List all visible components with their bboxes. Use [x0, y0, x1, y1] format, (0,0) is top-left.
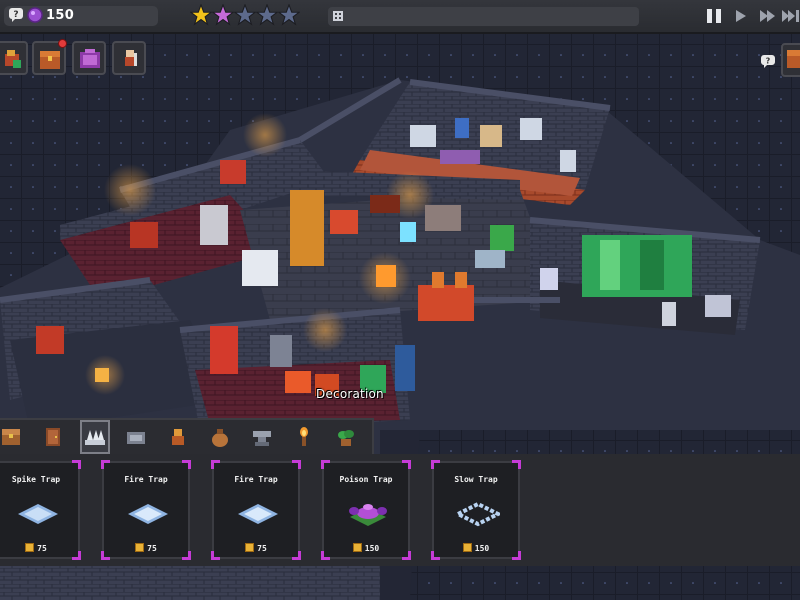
item-cost-value: 150: [364, 544, 380, 553]
treasure-chest-icon: [40, 51, 60, 69]
category-crafting[interactable]: [247, 420, 277, 454]
item-tray: Spike Trap 75 Fire Trap 75 Fire Trap 75 …: [0, 454, 800, 566]
card-corner: [402, 460, 411, 469]
category-doors[interactable]: [38, 420, 68, 454]
coin-icon: [135, 543, 145, 552]
star-icon: [234, 4, 256, 26]
build-menu-button[interactable]: [0, 41, 28, 75]
svg-text:?: ?: [766, 57, 771, 66]
item-card[interactable]: Fire Trap 75: [211, 460, 301, 560]
item-card[interactable]: Fire Trap 75: [101, 460, 191, 560]
card-corner: [321, 460, 330, 469]
worker-icon: [125, 50, 137, 66]
item-cost: 75: [0, 543, 78, 553]
item-cost: 150: [324, 543, 408, 553]
item-card[interactable]: Slow Trap 150: [431, 460, 521, 560]
item-cost: 150: [434, 543, 518, 553]
card-corner: [512, 460, 521, 469]
dungeon-rating: [190, 4, 302, 28]
category-lighting[interactable]: [289, 420, 319, 454]
item-cost-value: 75: [147, 544, 157, 553]
resource-amount: 150: [46, 8, 75, 23]
fire-trap-icon: [238, 504, 278, 524]
monster-cage-icon: [80, 49, 100, 68]
play-icon[interactable]: [736, 9, 746, 23]
star-icon: [212, 4, 234, 26]
item-name: Spike Trap: [11, 475, 61, 484]
item-name: Slow Trap: [454, 475, 498, 484]
fastest-forward-icon[interactable]: [782, 9, 800, 23]
slow-trap-icon: [456, 501, 500, 527]
coin-icon: [25, 543, 35, 552]
category-loot[interactable]: [205, 420, 235, 454]
category-monsters[interactable]: [163, 420, 193, 454]
item-name: Poison Trap: [339, 475, 393, 484]
svg-text:?: ?: [13, 10, 18, 20]
star-icon: [278, 4, 300, 26]
pause-icon[interactable]: [706, 9, 722, 23]
card-corner: [431, 460, 440, 469]
grid-icon: [333, 11, 343, 21]
item-cost-value: 75: [37, 544, 47, 553]
fast-forward-icon[interactable]: [760, 9, 776, 23]
card-corner: [182, 460, 191, 469]
info-bubble-icon[interactable]: ?: [8, 7, 24, 23]
item-name: Fire Trap: [234, 475, 278, 484]
fire-trap-icon: [128, 504, 168, 524]
chest-icon: [787, 50, 800, 68]
torch-icon: [300, 427, 308, 446]
worker-menu-button[interactable]: [112, 41, 146, 75]
loot-bag-icon: [212, 429, 228, 447]
item-card[interactable]: Spike Trap 75: [0, 460, 81, 560]
monster-icon: [172, 429, 184, 445]
coin-icon: [352, 543, 362, 552]
card-corner: [72, 460, 81, 469]
monster-menu-button[interactable]: [72, 41, 106, 75]
item-cost-value: 75: [257, 544, 267, 553]
chest-icon: [2, 429, 20, 445]
category-decoration[interactable]: [331, 420, 361, 454]
side-panel-button[interactable]: [781, 43, 800, 77]
item-card[interactable]: Poison Trap 150: [321, 460, 411, 560]
card-corner: [101, 460, 110, 469]
notification-dot: [58, 39, 67, 48]
help-bubble-icon[interactable]: ?: [761, 55, 775, 69]
category-plates[interactable]: [121, 420, 151, 454]
plant-icon: [338, 430, 354, 446]
item-cost-value: 150: [474, 544, 490, 553]
coin-icon: [462, 543, 472, 552]
category-bar: [0, 418, 374, 454]
spike-trap-icon: [18, 504, 58, 524]
coin-icon: [245, 543, 255, 552]
item-cost: 75: [104, 543, 188, 553]
poison-trap-icon: [349, 504, 387, 526]
anvil-icon: [253, 431, 271, 446]
card-corner: [292, 460, 301, 469]
pressure-plate-icon: [127, 432, 145, 444]
gem-icon: [27, 7, 43, 23]
door-icon: [46, 428, 60, 446]
hover-label: Decoration: [316, 387, 384, 401]
star-icon: [256, 4, 278, 26]
star-icon: [190, 4, 212, 26]
item-cost: 75: [214, 543, 298, 553]
category-traps[interactable]: [80, 420, 110, 454]
status-bar: [328, 7, 639, 26]
category-chests[interactable]: [0, 420, 26, 454]
item-name: Fire Trap: [124, 475, 168, 484]
spike-trap-icon: [85, 430, 105, 445]
build-menu-icon: [5, 50, 21, 68]
card-corner: [211, 460, 220, 469]
